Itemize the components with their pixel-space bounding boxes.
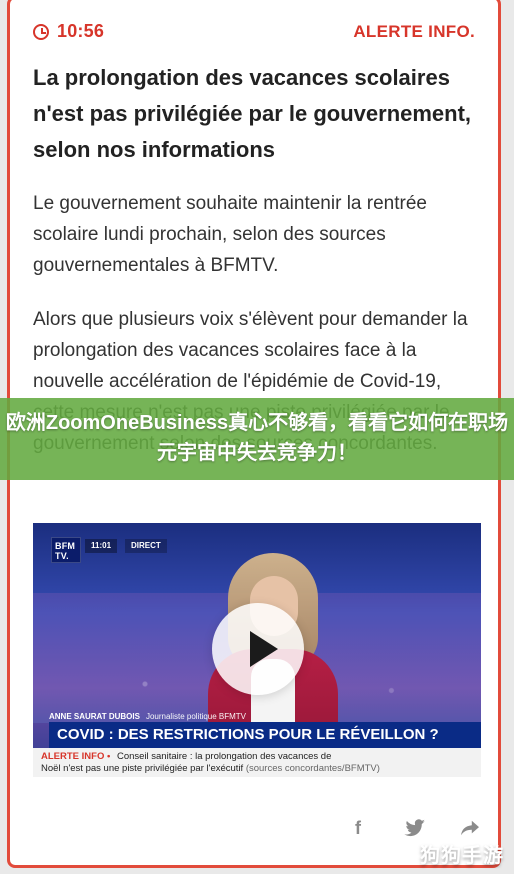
- overlay-banner: 欧洲ZoomOneBusiness真心不够看，看看它如何在职场元宇宙中失去竞争力…: [0, 398, 514, 480]
- play-icon[interactable]: [212, 603, 304, 695]
- lower-third-name: ANNE SAURAT DUBOIS Journaliste politique…: [49, 710, 469, 722]
- share-arrow-icon-svg: [461, 820, 479, 836]
- clock-icon: [33, 23, 49, 40]
- time-text: 10:56: [57, 21, 105, 41]
- facebook-letter: f: [355, 818, 361, 838]
- presenter-name: ANNE SAURAT DUBOIS: [49, 711, 140, 721]
- share-arrow-icon[interactable]: [459, 818, 481, 838]
- facebook-icon[interactable]: f: [350, 818, 366, 838]
- video-time: 11:01: [85, 539, 118, 553]
- time-header: 10:56: [33, 21, 104, 42]
- article-headline: La prolongation des vacances scolaires n…: [33, 65, 472, 162]
- bfm-logo: BFM TV.: [51, 537, 81, 563]
- ticker-source: (sources concordantes/BFMTV): [245, 763, 380, 774]
- ticker-text-2: Noël n'est pas une piste privilégiée par…: [41, 763, 244, 774]
- video-headline: COVID : DES RESTRICTIONS POUR LE RÉVEILL…: [49, 722, 481, 748]
- overlay-banner-text: 欧洲ZoomOneBusiness真心不够看，看看它如何在职场元宇宙中失去竞争力…: [5, 412, 509, 464]
- presenter-role: Journaliste politique BFMTV: [145, 711, 247, 721]
- ticker-text-1: Conseil sanitaire : la prolongation des …: [116, 751, 332, 762]
- twitter-icon[interactable]: [404, 818, 426, 838]
- video-ticker: ALERTE INFO • Conseil sanitaire : la pro…: [33, 748, 481, 777]
- twitter-icon-svg: [404, 819, 425, 837]
- brand-label: ALERTE INFO.: [353, 22, 475, 41]
- video-live-badge: DIRECT: [125, 539, 167, 553]
- video-player[interactable]: BFM TV. 11:01 DIRECT ANNE SAURAT DUBOIS …: [33, 523, 481, 777]
- article-paragraph: Le gouvernement souhaite maintenir la re…: [33, 193, 427, 276]
- watermark: 狗狗手游: [420, 845, 504, 867]
- ticker-label: ALERTE INFO •: [41, 751, 111, 762]
